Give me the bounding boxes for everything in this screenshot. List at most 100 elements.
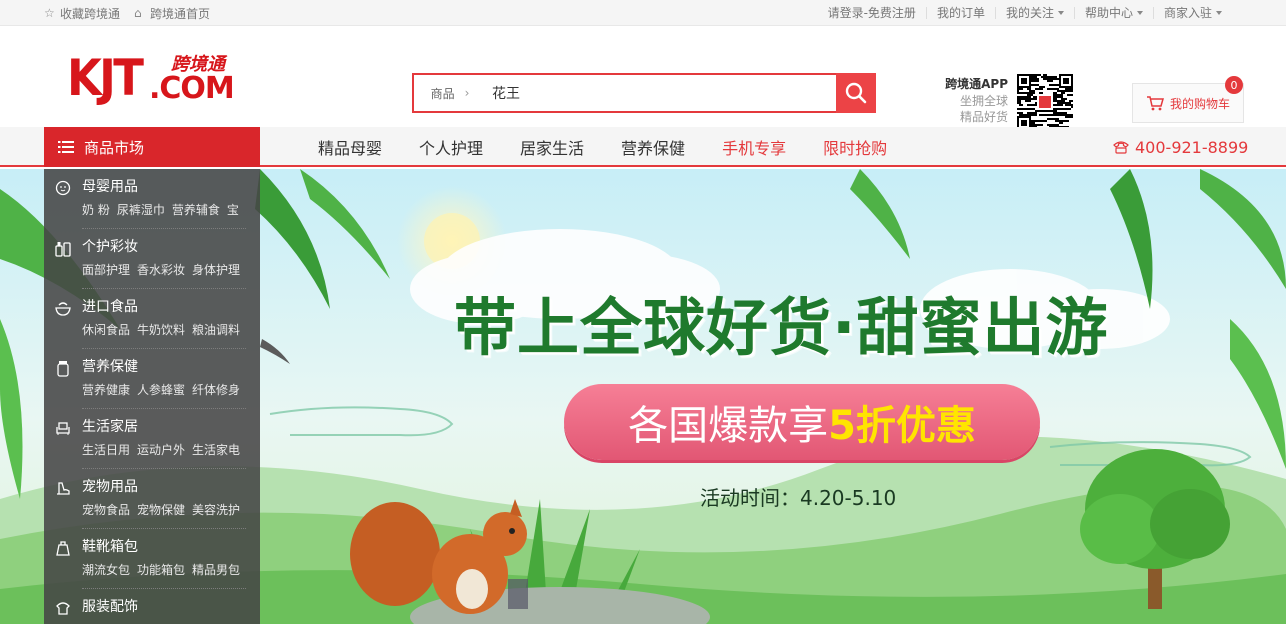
logo-text: KJT — [67, 49, 144, 107]
side-menu-title[interactable]: 鞋靴箱包 — [82, 538, 260, 556]
side-menu-title[interactable]: 生活家居 — [82, 418, 260, 436]
side-menu-sublink[interactable]: 功能箱包 — [137, 563, 185, 577]
app-title: 跨境通APP — [945, 77, 1008, 91]
phone-icon — [1113, 141, 1129, 154]
side-menu-sublink[interactable]: 宝 — [227, 203, 239, 217]
app-promo: 跨境通APP 坐拥全球 精品好货 — [944, 75, 1008, 125]
star-icon: ☆ — [44, 6, 55, 20]
side-menu-sublink[interactable]: 生活家电 — [192, 443, 240, 457]
site-logo[interactable]: KJT 跨境通 .COM — [67, 49, 235, 107]
side-menu-item[interactable]: 个护彩妆面部护理 香水彩妆 身体护理 — [44, 229, 260, 289]
side-menu-item[interactable]: 生活家居生活日用 运动户外 生活家电 — [44, 409, 260, 469]
pill-prefix: 各国爆款享 — [628, 403, 829, 449]
login-link[interactable]: 请登录-免费注册 — [818, 7, 926, 19]
side-menu-sublink[interactable]: 运动户外 — [137, 443, 185, 457]
chevron-down-icon — [1057, 11, 1064, 15]
side-menu-sublink[interactable]: 牛奶饮料 — [137, 323, 185, 337]
side-menu-item[interactable]: 服装配饰 — [44, 589, 260, 624]
side-menu-item[interactable]: 营养保健营养健康 人参蜂蜜 纤体修身 — [44, 349, 260, 409]
follow-label: 我的关注 — [1005, 6, 1054, 20]
home-link[interactable]: ⌂ 跨境通首页 — [134, 5, 210, 22]
cart-button[interactable]: 我的购物车 0 — [1132, 76, 1244, 123]
pill-highlight: 5折优惠 — [828, 403, 976, 449]
side-menu-item[interactable]: 母婴用品奶 粉尿裤湿巾 营养辅食宝 — [44, 169, 260, 229]
follow-menu[interactable]: 我的关注 — [994, 6, 1074, 20]
chevron-right-icon: › — [464, 86, 470, 100]
app-line1: 坐拥全球 — [959, 94, 1008, 108]
banner-activity-time: 活动时间：4.20-5.10 — [700, 486, 897, 510]
favorite-label: 收藏跨境通 — [60, 6, 121, 21]
side-menu-title[interactable]: 个护彩妆 — [82, 238, 260, 256]
logo-com-text: .COM — [149, 71, 235, 106]
search-category-label: 商品 — [430, 86, 455, 101]
side-menu-sublink[interactable]: 生活日用 — [82, 443, 130, 457]
chevron-down-icon — [1136, 11, 1143, 15]
supplement-jar-icon — [57, 361, 69, 377]
side-menu-sublink[interactable]: 美容洗护 — [192, 503, 240, 517]
search-box: 商品 › — [412, 73, 876, 113]
search-button[interactable] — [836, 73, 876, 113]
main-nav: 商品市场 精品母婴 个人护理 居家生活 营养保健 手机专享 限时抢购 400-9… — [0, 127, 1286, 167]
favorite-link[interactable]: ☆ 收藏跨境通 — [44, 5, 120, 22]
top-bar: ☆ 收藏跨境通 ⌂ 跨境通首页 请登录-免费注册 我的订单 我的关注 帮助中心 商家… — [0, 0, 1286, 26]
nav-link-home-living[interactable]: 居家生活 — [520, 135, 584, 159]
side-menu-item[interactable]: 宠物用品宠物食品 宠物保健 美容洗护 — [44, 469, 260, 529]
search-category-select[interactable]: 商品 › — [414, 75, 486, 111]
baby-icon — [55, 180, 71, 196]
side-menu-sublink[interactable]: 营养辅食 — [172, 203, 220, 217]
search-icon — [845, 82, 867, 104]
nav-link-maternal[interactable]: 精品母婴 — [318, 135, 382, 159]
side-menu-sublink[interactable]: 精品男包 — [192, 563, 240, 577]
chevron-down-icon — [1216, 11, 1222, 15]
home-icon: ⌂ — [134, 6, 142, 20]
pet-icon — [57, 482, 70, 495]
side-menu-sublink[interactable]: 营养健康 — [82, 383, 130, 397]
banner-discount-pill: 各国爆款享 5折优惠 — [564, 384, 1040, 460]
category-menu-label: 商品市场 — [84, 138, 145, 157]
side-menu-sublink[interactable]: 香水彩妆 — [137, 263, 185, 277]
side-menu-item[interactable]: 进口食品休闲食品 牛奶饮料 粮油调料 — [44, 289, 260, 349]
nav-link-health[interactable]: 营养保健 — [621, 135, 685, 159]
side-menu-sublink[interactable]: 休闲食品 — [82, 323, 130, 337]
banner-headline: 带上全球好货·甜蜜出游 — [454, 291, 1109, 364]
side-menu-sublink[interactable]: 宠物食品 — [82, 503, 130, 517]
clothing-icon — [56, 602, 70, 615]
category-menu-button[interactable]: 商品市场 — [44, 127, 260, 167]
sofa-icon — [56, 422, 70, 435]
nav-link-flash-sale[interactable]: 限时抢购 — [823, 135, 887, 159]
nav-link-mobile-exclusive[interactable]: 手机专享 — [722, 135, 786, 159]
cart-label: 我的购物车 — [1169, 96, 1230, 111]
qr-code — [1017, 74, 1073, 130]
side-menu-sublink[interactable]: 纤体修身 — [192, 383, 240, 397]
side-menu-title[interactable]: 母婴用品 — [82, 178, 260, 196]
side-menu-sublink[interactable]: 奶 粉 — [82, 203, 110, 217]
side-menu-sublink[interactable]: 尿裤湿巾 — [117, 203, 165, 217]
cart-count-badge: 0 — [1225, 76, 1243, 94]
orders-link[interactable]: 我的订单 — [925, 7, 995, 19]
side-menu-title[interactable]: 进口食品 — [82, 298, 260, 316]
food-bowl-icon — [55, 302, 71, 316]
side-menu-sublink[interactable]: 身体护理 — [192, 263, 240, 277]
search-input[interactable] — [486, 75, 836, 111]
app-line2: 精品好货 — [959, 110, 1008, 124]
side-menu-sublink[interactable]: 粮油调料 — [192, 323, 240, 337]
side-menu-item[interactable]: 鞋靴箱包潮流女包 功能箱包 精品男包 — [44, 529, 260, 589]
side-menu-title[interactable]: 宠物用品 — [82, 478, 260, 496]
side-menu-sublink[interactable]: 潮流女包 — [82, 563, 130, 577]
nav-link-personal-care[interactable]: 个人护理 — [419, 135, 483, 159]
header: KJT 跨境通 .COM 商品 › 花王Moony爽身粉纸尿裤奶粉护肤膳魔师高丝… — [0, 26, 1286, 143]
category-side-menu: 母婴用品奶 粉尿裤湿巾 营养辅食宝个护彩妆面部护理 香水彩妆 身体护理进口食品休闲食品… — [44, 169, 260, 624]
help-menu[interactable]: 帮助中心 — [1073, 7, 1153, 19]
list-menu-icon — [58, 141, 74, 153]
merchant-menu[interactable]: 商家入驻 — [1152, 6, 1232, 20]
side-menu-sublink[interactable]: 面部护理 — [82, 263, 130, 277]
cart-icon — [1146, 96, 1164, 111]
side-menu-sublink[interactable]: 宠物保健 — [137, 503, 185, 517]
side-menu-title[interactable]: 营养保健 — [82, 358, 260, 376]
side-menu-sublink[interactable]: 人参蜂蜜 — [137, 383, 185, 397]
cosmetics-icon — [55, 242, 71, 257]
merchant-label: 商家入驻 — [1163, 6, 1212, 20]
hotline: 400-921-8899 — [1113, 127, 1248, 167]
side-menu-title[interactable]: 服装配饰 — [82, 598, 260, 616]
hotline-number: 400-921-8899 — [1135, 137, 1249, 157]
